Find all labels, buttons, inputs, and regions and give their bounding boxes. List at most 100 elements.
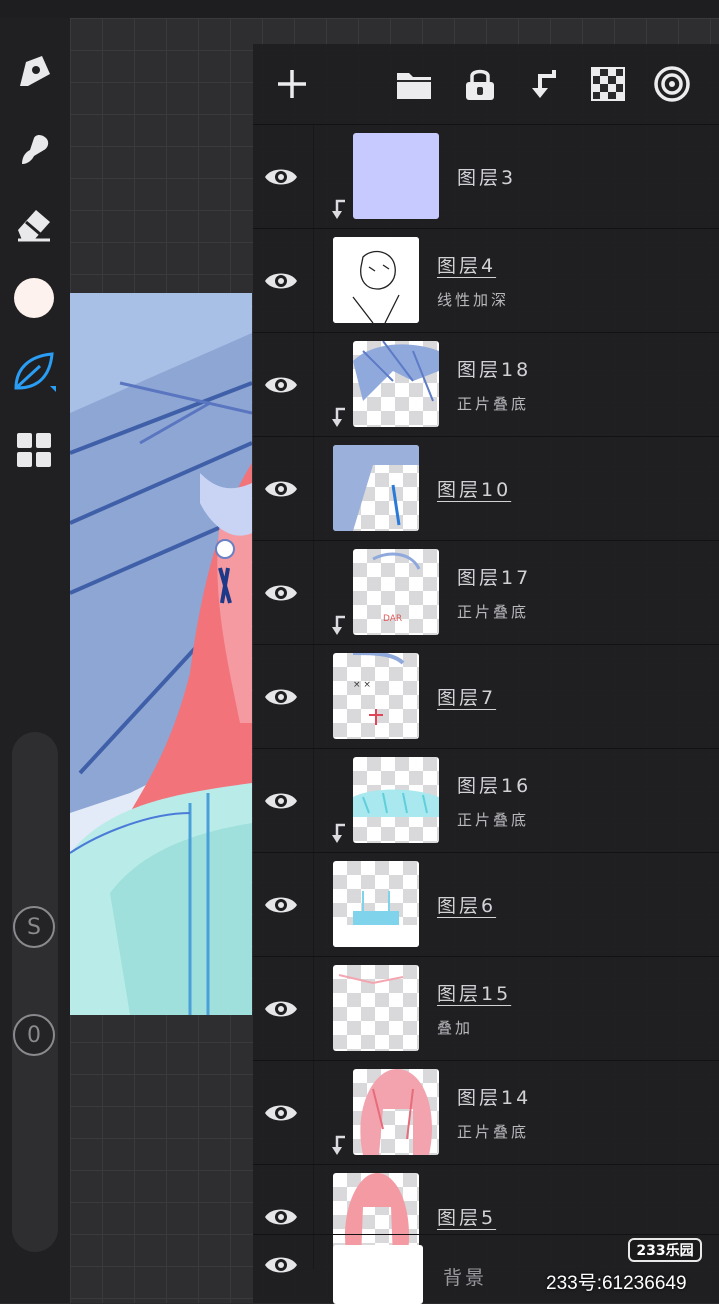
layers-toolbar — [253, 44, 719, 124]
visibility-toggle[interactable] — [261, 783, 301, 819]
lock-icon — [466, 69, 494, 100]
artwork-illustration — [70, 293, 252, 1015]
eraser-icon — [18, 210, 50, 242]
layer-blend-mode: 正片叠底 — [457, 395, 530, 413]
pen-icon — [20, 56, 50, 86]
layer-row[interactable]: 图层15 叠加 — [253, 956, 719, 1061]
color-swatch-button[interactable] — [10, 274, 58, 322]
layer-name: 图层3 — [457, 167, 517, 189]
visibility-toggle[interactable] — [261, 1247, 301, 1283]
watermark-id: 233号:61236649 — [546, 1273, 687, 1294]
clip-arrow-icon — [332, 199, 345, 219]
layer-name: 图层17 — [457, 567, 532, 589]
visibility-toggle[interactable] — [261, 471, 301, 507]
smudge-icon — [22, 135, 49, 164]
clip-arrow-icon — [332, 823, 345, 843]
layer-row[interactable]: × × 图层7 — [253, 644, 719, 749]
svg-text:× ×: × × — [353, 680, 371, 690]
artwork-canvas[interactable] — [70, 293, 252, 1015]
layer-row[interactable]: 图层6 — [253, 852, 719, 957]
visibility-toggle[interactable] — [261, 1199, 301, 1235]
status-strip — [0, 0, 719, 18]
visibility-toggle[interactable] — [261, 887, 301, 923]
layer-thumbnail — [353, 341, 439, 427]
clip-arrow-icon — [332, 1135, 345, 1155]
layer-name: 图层6 — [437, 895, 497, 917]
row-divider — [313, 853, 314, 957]
tool-sidebar: S 0 — [0, 18, 70, 1303]
layer-blend-mode: 线性加深 — [437, 291, 510, 309]
eye-icon — [265, 1257, 297, 1273]
folder-icon — [397, 73, 431, 99]
layer-row[interactable]: 图层3 — [253, 124, 719, 229]
layer-thumbnail — [333, 965, 419, 1051]
add-layer-button[interactable] — [270, 62, 314, 106]
layer-name: 图层5 — [437, 1207, 497, 1229]
layer-settings-button[interactable] — [650, 62, 694, 106]
brush-slider-track[interactable] — [12, 732, 58, 1252]
visibility-toggle[interactable] — [261, 1095, 301, 1131]
layer-blend-mode: 正片叠底 — [457, 811, 530, 829]
eye-icon — [265, 1001, 297, 1017]
watermark-logo: 233乐园 — [628, 1238, 702, 1262]
layers-panel: 图层3 图层4 线性加深 图层18 正片叠底 图层10 DAR 图层17 正片叠底 × × 图层7 图… — [253, 44, 719, 1304]
row-divider — [313, 541, 314, 645]
clip-down-icon — [532, 70, 556, 98]
layer-name: 图层16 — [457, 775, 532, 797]
eye-icon — [265, 689, 297, 705]
svg-text:DAR: DAR — [383, 614, 402, 624]
row-divider — [313, 437, 314, 541]
layer-name: 图层4 — [437, 255, 497, 277]
layer-name: 图层18 — [457, 359, 532, 381]
gallery-button[interactable] — [10, 426, 58, 474]
eye-icon — [265, 1105, 297, 1121]
eye-icon — [265, 169, 297, 185]
layer-name: 图层14 — [457, 1087, 532, 1109]
eraser-tool-button[interactable] — [10, 200, 58, 248]
eye-icon — [265, 897, 297, 913]
layer-row[interactable]: 图层16 正片叠底 — [253, 748, 719, 853]
current-color-swatch — [14, 278, 54, 318]
visibility-toggle[interactable] — [261, 575, 301, 611]
background-layer-name: 背景 — [443, 1267, 488, 1289]
visibility-toggle[interactable] — [261, 679, 301, 715]
leaf-brush-icon — [14, 352, 56, 392]
visibility-toggle[interactable] — [261, 159, 301, 195]
lock-layer-button[interactable] — [458, 62, 502, 106]
clip-layer-button[interactable] — [522, 62, 566, 106]
brush-library-button[interactable] — [10, 348, 58, 396]
alpha-lock-button[interactable] — [586, 62, 630, 106]
layer-name: 图层15 — [437, 983, 512, 1005]
layer-thumbnail: DAR — [353, 549, 439, 635]
row-divider — [313, 749, 314, 853]
visibility-toggle[interactable] — [261, 991, 301, 1027]
row-divider — [313, 645, 314, 749]
layer-blend-mode: 叠加 — [437, 1019, 474, 1037]
row-divider — [313, 125, 314, 229]
layer-name: 图层7 — [437, 687, 497, 709]
row-divider — [313, 1061, 314, 1165]
concentric-circles-icon — [654, 66, 690, 102]
smudge-tool-button[interactable] — [10, 124, 58, 172]
layer-row[interactable]: DAR 图层17 正片叠底 — [253, 540, 719, 645]
eye-icon — [265, 481, 297, 497]
layer-thumbnail — [353, 133, 439, 219]
visibility-toggle[interactable] — [261, 367, 301, 403]
layer-row[interactable]: 图层18 正片叠底 — [253, 332, 719, 437]
layer-thumbnail: × × — [333, 653, 419, 739]
clip-arrow-icon — [332, 615, 345, 635]
eye-icon — [265, 377, 297, 393]
layer-row[interactable]: 图层10 — [253, 436, 719, 541]
layer-row[interactable]: 图层4 线性加深 — [253, 228, 719, 333]
visibility-toggle[interactable] — [261, 263, 301, 299]
size-slider-thumb[interactable]: S — [13, 906, 55, 948]
layer-blend-mode: 正片叠底 — [457, 1123, 530, 1141]
layer-row[interactable]: 图层14 正片叠底 — [253, 1060, 719, 1165]
eye-icon — [265, 793, 297, 809]
pen-tool-button[interactable] — [10, 48, 58, 96]
layer-thumbnail — [333, 237, 419, 323]
eye-icon — [265, 273, 297, 289]
eye-icon — [265, 585, 297, 601]
opacity-slider-thumb[interactable]: 0 — [13, 1014, 55, 1056]
group-layer-button[interactable] — [392, 62, 436, 106]
